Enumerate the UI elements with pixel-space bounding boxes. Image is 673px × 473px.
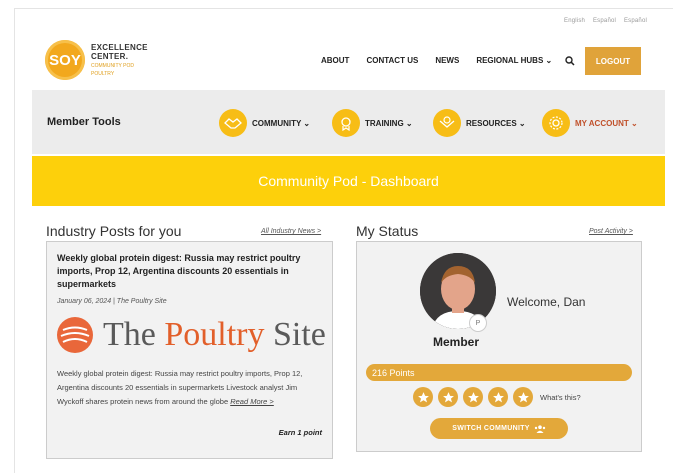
logo-sub-2: POULTRY bbox=[91, 71, 115, 77]
wordmark-pre: The bbox=[103, 316, 165, 353]
poultry-site-wordmark: The Poultry Site bbox=[103, 316, 326, 354]
nav-about[interactable]: ABOUT bbox=[321, 56, 349, 65]
star-icon bbox=[438, 387, 458, 407]
industry-posts-heading: Industry Posts for you bbox=[46, 223, 182, 239]
my-status-card: P Welcome, Dan Member 216 Points What's … bbox=[356, 241, 642, 452]
member-level: Member bbox=[433, 335, 480, 349]
poultry-site-logo: The Poultry Site bbox=[57, 316, 326, 354]
tool-my-account[interactable]: MY ACCOUNT ⌄ bbox=[542, 109, 638, 137]
my-status-heading: My Status bbox=[356, 223, 419, 239]
main-nav: ABOUT CONTACT US NEWS REGIONAL HUBS ⌄ bbox=[321, 56, 569, 65]
tool-resources[interactable]: RESOURCES ⌄ bbox=[433, 109, 526, 137]
wordmark-orange: Poultry bbox=[164, 316, 265, 353]
whats-this-link[interactable]: What's this? bbox=[540, 393, 581, 402]
earn-points-label: Earn 1 point bbox=[278, 428, 322, 437]
star-icon bbox=[413, 387, 433, 407]
site-logo[interactable]: SOY EXCELLENCE CENTER. COMMUNITY POD POU… bbox=[45, 40, 148, 80]
search-icon[interactable] bbox=[565, 56, 575, 66]
tool-training[interactable]: TRAINING ⌄ bbox=[332, 109, 413, 137]
logo-text: EXCELLENCE CENTER. COMMUNITY POD POULTRY bbox=[91, 43, 148, 77]
wordmark-post: Site bbox=[264, 316, 326, 353]
post-title[interactable]: Weekly global protein digest: Russia may… bbox=[57, 252, 322, 291]
nav-regional-hubs[interactable]: REGIONAL HUBS ⌄ bbox=[476, 56, 552, 65]
switch-community-button[interactable]: SWITCH COMMUNITY bbox=[430, 418, 568, 439]
gear-icon bbox=[542, 109, 570, 137]
star-icon bbox=[463, 387, 483, 407]
switch-community-label: SWITCH COMMUNITY bbox=[452, 425, 530, 432]
post-activity-link[interactable]: Post Activity > bbox=[589, 228, 633, 235]
all-industry-news-link[interactable]: All Industry News > bbox=[261, 228, 321, 235]
post-meta: January 06, 2024 | The Poultry Site bbox=[57, 298, 167, 305]
logo-sub-1: COMMUNITY POD bbox=[91, 63, 134, 69]
member-tools-title: Member Tools bbox=[47, 116, 121, 128]
users-icon bbox=[534, 424, 545, 433]
read-more-link[interactable]: Read More > bbox=[230, 397, 274, 406]
tool-community[interactable]: COMMUNITY ⌄ bbox=[219, 109, 310, 137]
lang-link-2[interactable]: Español bbox=[593, 18, 616, 24]
dashboard-banner: Community Pod - Dashboard bbox=[32, 156, 665, 206]
star-rating: What's this? bbox=[413, 387, 581, 407]
points-label: 216 Points bbox=[372, 367, 415, 378]
poultry-site-mark bbox=[57, 317, 93, 353]
welcome-text: Welcome, Dan bbox=[507, 295, 586, 309]
resources-icon bbox=[433, 109, 461, 137]
member-tools-bar: Member Tools COMMUNITY ⌄ TRAINING ⌄ RESO… bbox=[32, 90, 665, 154]
star-icon bbox=[513, 387, 533, 407]
logo-mark: SOY bbox=[45, 40, 85, 80]
lang-link-1[interactable]: English bbox=[564, 18, 585, 24]
post-body: Weekly global protein digest: Russia may… bbox=[57, 367, 324, 409]
points-bar: 216 Points bbox=[366, 364, 632, 381]
tool-resources-label: RESOURCES ⌄ bbox=[466, 118, 526, 128]
logo-title-1: EXCELLENCE bbox=[91, 43, 148, 52]
star-icon bbox=[488, 387, 508, 407]
handshake-icon bbox=[219, 109, 247, 137]
page-title: Community Pod - Dashboard bbox=[258, 173, 439, 189]
tool-community-label: COMMUNITY ⌄ bbox=[252, 118, 311, 128]
tool-training-label: TRAINING ⌄ bbox=[365, 118, 413, 128]
lang-link-3[interactable]: Español bbox=[624, 18, 647, 24]
language-links: English Español Español bbox=[564, 18, 653, 24]
tool-my-account-label: MY ACCOUNT ⌄ bbox=[575, 118, 638, 128]
training-icon bbox=[332, 109, 360, 137]
industry-post-card: Weekly global protein digest: Russia may… bbox=[46, 241, 333, 459]
nav-news[interactable]: NEWS bbox=[435, 56, 459, 65]
logo-title-2: CENTER. bbox=[91, 52, 129, 61]
nav-contact[interactable]: CONTACT US bbox=[366, 56, 418, 65]
logout-button[interactable]: LOGOUT bbox=[585, 47, 641, 75]
member-badge: P bbox=[469, 314, 487, 332]
